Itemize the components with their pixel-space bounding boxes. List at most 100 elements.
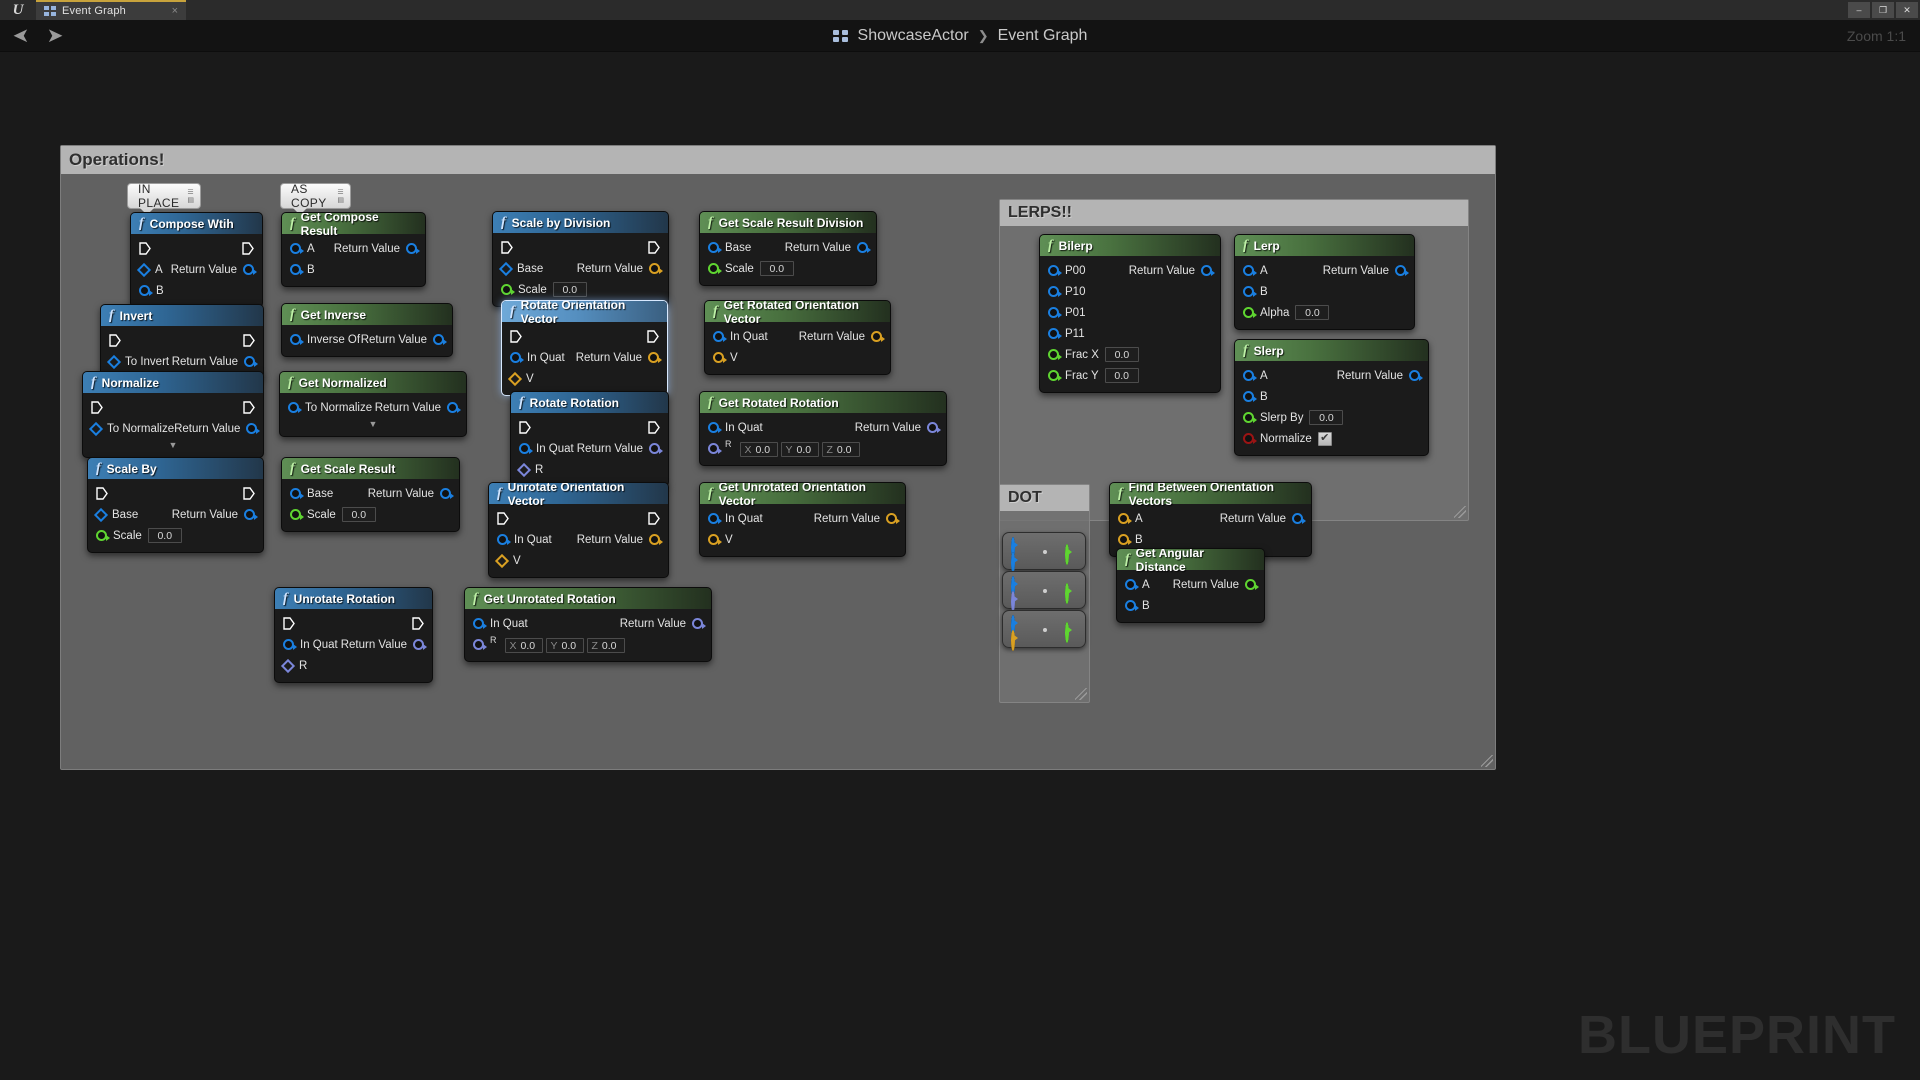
- node-header[interactable]: fGet Unrotated Orientation Vector: [700, 483, 905, 504]
- node-get_compose_result[interactable]: fGet Compose ResultAReturn ValueB: [281, 212, 426, 287]
- node-dot_quat_rotator[interactable]: [1002, 571, 1086, 609]
- pin-inverse-of[interactable]: [290, 334, 301, 345]
- node-unrotate_rotation[interactable]: fUnrotate RotationIn QuatReturn ValueR: [274, 587, 433, 683]
- node-header[interactable]: fGet Rotated Rotation: [700, 392, 946, 413]
- value-field[interactable]: 0.0: [760, 261, 794, 276]
- pin-return-value[interactable]: [243, 264, 254, 275]
- pin-a[interactable]: [1243, 265, 1254, 276]
- node-header[interactable]: fUnrotate Rotation: [275, 588, 432, 609]
- pin-to-invert[interactable]: [107, 354, 121, 368]
- pin-b[interactable]: [1125, 600, 1136, 611]
- tab-event-graph[interactable]: Event Graph ×: [36, 0, 186, 20]
- pin-slerp-by[interactable]: [1243, 412, 1254, 423]
- resize-grip[interactable]: [1454, 506, 1466, 518]
- vector-fields[interactable]: X0.0Y0.0Z0.0: [505, 636, 628, 654]
- pin-return-value[interactable]: [649, 534, 660, 545]
- node-header[interactable]: fFind Between Orientation Vectors: [1110, 483, 1311, 504]
- node-header[interactable]: fLerp: [1235, 235, 1414, 256]
- node-get_unrotated_orientation_vector[interactable]: fGet Unrotated Orientation VectorIn Quat…: [699, 482, 906, 557]
- pin-dot-in-b[interactable]: [1011, 552, 1015, 573]
- resize-grip[interactable]: [1075, 688, 1087, 700]
- node-header[interactable]: fGet Normalized: [280, 372, 466, 393]
- breadcrumb-root[interactable]: ShowcaseActor: [858, 27, 969, 45]
- node-header[interactable]: fGet Rotated Orientation Vector: [705, 301, 890, 322]
- node-dot_quat_quat[interactable]: [1002, 532, 1086, 570]
- exec-out-pin[interactable]: [412, 617, 424, 630]
- exec-in-pin[interactable]: [139, 242, 151, 255]
- node-header[interactable]: fNormalize: [83, 372, 263, 393]
- pin-base[interactable]: [290, 488, 301, 499]
- node-header[interactable]: fGet Angular Distance: [1117, 549, 1264, 570]
- vector-y-field[interactable]: Y0.0: [781, 442, 819, 457]
- resize-grip[interactable]: [1481, 755, 1493, 767]
- window-close-button[interactable]: ✕: [1896, 2, 1918, 18]
- collapse-arrow-icon[interactable]: ▼: [280, 418, 466, 430]
- pin-alpha[interactable]: [1243, 307, 1254, 318]
- pin-in-quat[interactable]: [708, 513, 719, 524]
- pin-return-value[interactable]: [857, 242, 868, 253]
- pin-return-value[interactable]: [1292, 513, 1303, 524]
- back-arrow-icon[interactable]: ➤: [8, 23, 34, 49]
- pin-return-value[interactable]: [1201, 265, 1212, 276]
- pin-b[interactable]: [1243, 286, 1254, 297]
- pin-return-value[interactable]: [649, 263, 660, 274]
- pin-p10[interactable]: [1048, 286, 1059, 297]
- node-header[interactable]: fScale By: [88, 458, 263, 479]
- node-header[interactable]: fInvert: [101, 305, 263, 326]
- node-get_rotated_orientation_vector[interactable]: fGet Rotated Orientation VectorIn QuatRe…: [704, 300, 891, 375]
- node-lerp[interactable]: fLerpAReturn ValueBAlpha0.0: [1234, 234, 1415, 330]
- pin-in-quat[interactable]: [510, 352, 521, 363]
- pin-return-value[interactable]: [692, 618, 703, 629]
- exec-out-pin[interactable]: [243, 334, 255, 347]
- node-get_rotated_rotation[interactable]: fGet Rotated RotationIn QuatReturn Value…: [699, 391, 947, 466]
- vector-z-field[interactable]: Z0.0: [587, 638, 625, 653]
- value-field[interactable]: 0.0: [342, 507, 376, 522]
- node-header[interactable]: fGet Unrotated Rotation: [465, 588, 711, 609]
- pin-return-value[interactable]: [1409, 370, 1420, 381]
- pin-base[interactable]: [499, 261, 513, 275]
- node-rotate_rotation[interactable]: fRotate RotationIn QuatReturn ValueR: [510, 391, 669, 487]
- node-bilerp[interactable]: fBilerpP00Return ValueP10P01P11Frac X0.0…: [1039, 234, 1221, 393]
- node-header[interactable]: fRotate Orientation Vector: [502, 301, 667, 322]
- node-get_angular_distance[interactable]: fGet Angular DistanceAReturn ValueB: [1116, 548, 1265, 623]
- pin-return-value[interactable]: [447, 402, 458, 413]
- pin-dot-return-value[interactable]: [1065, 622, 1069, 643]
- node-header[interactable]: fCompose Wtih: [131, 213, 262, 234]
- node-find_between_orientation_vectors[interactable]: fFind Between Orientation VectorsAReturn…: [1109, 482, 1312, 557]
- pin-a[interactable]: [137, 262, 151, 276]
- vector-fields[interactable]: X0.0Y0.0Z0.0: [740, 440, 863, 458]
- node-get_inverse[interactable]: fGet InverseInverse OfReturn Value: [281, 303, 453, 357]
- node-get_scale_result_division[interactable]: fGet Scale Result DivisionBaseReturn Val…: [699, 211, 877, 286]
- pin-p11[interactable]: [1048, 328, 1059, 339]
- exec-in-pin[interactable]: [109, 334, 121, 347]
- pin-return-value[interactable]: [649, 443, 660, 454]
- pin-base[interactable]: [94, 507, 108, 521]
- node-get_normalized[interactable]: fGet NormalizedTo NormalizeReturn Value▼: [279, 371, 467, 437]
- pin-return-value[interactable]: [927, 422, 938, 433]
- normalize-checkbox[interactable]: ✔: [1318, 432, 1332, 446]
- callout-in-place[interactable]: IN PLACE ☰▤: [127, 183, 201, 209]
- pin-scale[interactable]: [708, 263, 719, 274]
- node-header[interactable]: fGet Inverse: [282, 304, 452, 325]
- pin-in-quat[interactable]: [519, 443, 530, 454]
- pin-return-value[interactable]: [413, 639, 424, 650]
- node-get_scale_result[interactable]: fGet Scale ResultBaseReturn ValueScale0.…: [281, 457, 460, 532]
- pin-scale[interactable]: [290, 509, 301, 520]
- exec-in-pin[interactable]: [497, 512, 509, 525]
- pin-return-value[interactable]: [433, 334, 444, 345]
- pin-return-value[interactable]: [244, 509, 255, 520]
- exec-in-pin[interactable]: [501, 241, 513, 254]
- pin-dot-return-value[interactable]: [1065, 544, 1069, 565]
- vector-z-field[interactable]: Z0.0: [822, 442, 860, 457]
- node-scale_by_division[interactable]: fScale by DivisionBaseReturn ValueScale0…: [492, 211, 669, 307]
- pin-a[interactable]: [1125, 579, 1136, 590]
- pin-in-quat[interactable]: [473, 618, 484, 629]
- exec-in-pin[interactable]: [510, 330, 522, 343]
- node-dot_quat_vector[interactable]: [1002, 610, 1086, 648]
- node-header[interactable]: fGet Scale Result: [282, 458, 459, 479]
- pin-scale[interactable]: [501, 284, 512, 295]
- pin-in-quat[interactable]: [497, 534, 508, 545]
- vector-x-field[interactable]: X0.0: [740, 442, 778, 457]
- pin-frac-x[interactable]: [1048, 349, 1059, 360]
- pin-r[interactable]: [708, 443, 719, 454]
